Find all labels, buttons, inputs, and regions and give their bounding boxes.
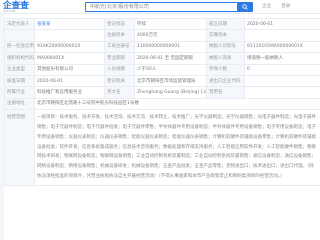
- value-cell: 其他股份有限公司: [34, 63, 105, 76]
- value-cell: 4000万元: [134, 29, 207, 42]
- label-cell: 企业类型: [4, 63, 35, 76]
- value-cell: 少于50人: [134, 63, 207, 76]
- business-scope-content: 一般项目：技术服务、技术开发、技术咨询、技术交流、技术转让、技术推广；光学仪器制…: [37, 115, 316, 179]
- label-cell: 注册资本: [104, 29, 135, 42]
- value-cell: 91110105MA00000001X: [244, 40, 320, 54]
- value-cell: MA000001X: [34, 52, 105, 65]
- top-bar: 企查查 QCC.COM 中航光(北京)股份有限公司 企业 登录: [0, 0, 320, 14]
- top-right-nav: 企业 登录: [262, 3, 290, 11]
- label-cell: 组织机构代码: [4, 52, 35, 65]
- value-cell: [244, 29, 320, 42]
- label-cell: 统一社会信用代码: [4, 40, 35, 54]
- nav-item-enterprise[interactable]: 企业: [262, 4, 271, 9]
- search-input-value: 中航光(北京)股份有限公司: [90, 4, 149, 10]
- label-cell: 人员规模: [104, 63, 135, 76]
- label-cell: 登记状态: [104, 17, 135, 31]
- label-cell: 曾用名: [206, 86, 245, 99]
- value-cell: 北京市朝阳区市场监督管理局: [134, 74, 207, 88]
- label-cell: 注册地址: [4, 97, 35, 111]
- nav-item-login[interactable]: 登录: [281, 4, 290, 9]
- value-cell: [244, 74, 320, 88]
- address-cell: 北京市朝阳区北苑路十三号院中航光科技园区1号楼: [34, 97, 320, 111]
- label-cell: 英文名: [104, 86, 135, 99]
- search-input[interactable]: 中航光(北京)股份有限公司: [85, 2, 238, 12]
- business-scope-text: 一般项目：技术服务、技术开发、技术咨询、技术交流、技术转让、技术推广；光学仪器制…: [34, 109, 320, 186]
- label-cell: 成立日期: [206, 17, 245, 31]
- label-cell: 工商注册号: [104, 40, 135, 54]
- value-cell: 2020-06-01: [34, 74, 105, 88]
- label-cell: [4, 29, 35, 42]
- label-cell: 进出口企业代码: [206, 74, 245, 88]
- table-row: 法定代表人 张某某 登记状态 存续 成立日期 2020-06-01: [4, 17, 320, 31]
- table-row: 核准日期 2020-06-01 登记机关 北京市朝阳区市场监督管理局 进出口企业…: [4, 74, 320, 88]
- table-row: 企业类型 其他股份有限公司 人员规模 少于50人 参保人数 0: [4, 63, 320, 76]
- label-cell: 参保人数: [206, 63, 245, 76]
- table-row: 注册地址 北京市朝阳区北苑路十三号院中航光科技园区1号楼: [4, 97, 320, 111]
- label-cell: 经营范围: [4, 109, 35, 186]
- label-cell: 实缴资本: [206, 29, 245, 42]
- label-cell: 登记机关: [104, 74, 135, 88]
- value-cell: 2020-06-01 至 无固定期限: [134, 52, 207, 65]
- value-cell: 增值税一般纳税人: [244, 52, 320, 65]
- label-cell: 所属行业: [4, 86, 35, 99]
- value-cell: 存续: [134, 17, 207, 31]
- value-cell: [34, 29, 105, 42]
- table-row: 所属行业 科技推广和应用服务业 英文名 Zhonghang Guang (Bei…: [4, 86, 320, 99]
- logo-subtext: QCC.COM: [3, 10, 16, 13]
- label-cell: 纳税人资质: [206, 52, 245, 65]
- business-scope-row: 经营范围 一般项目：技术服务、技术开发、技术咨询、技术交流、技术转让、技术推广；…: [4, 109, 320, 186]
- value-cell: 91AK2000000001X: [34, 40, 105, 54]
- search-button[interactable]: [238, 2, 253, 12]
- label-cell: 核准日期: [4, 74, 35, 88]
- label-cell: 纳税人识别号: [206, 40, 245, 54]
- label-cell: 营业期限: [104, 52, 135, 65]
- value-cell: 110000000000001: [134, 40, 207, 54]
- label-cell: 法定代表人: [4, 17, 35, 31]
- value-cell: 科技推广和应用服务业: [34, 86, 105, 99]
- value-cell: Zhonghang Guang (Beijing) Co.,Ltd.: [134, 86, 207, 99]
- search-icon: [242, 4, 248, 10]
- table-row: 注册资本 4000万元 实缴资本: [4, 29, 320, 42]
- business-info-table: 法定代表人 张某某 登记状态 存续 成立日期 2020-06-01 注册资本 4…: [4, 17, 320, 186]
- legal-rep-link[interactable]: 张某某: [34, 17, 105, 31]
- table-row: 组织机构代码 MA000001X 营业期限 2020-06-01 至 无固定期限…: [4, 52, 320, 65]
- table-row: 统一社会信用代码 91AK2000000001X 工商注册号 110000000…: [4, 40, 320, 54]
- value-cell: 0: [244, 63, 320, 76]
- logo[interactable]: 企查查 QCC.COM: [1, 1, 32, 13]
- value-cell: 2020-06-01: [244, 17, 320, 31]
- value-cell: [244, 86, 320, 99]
